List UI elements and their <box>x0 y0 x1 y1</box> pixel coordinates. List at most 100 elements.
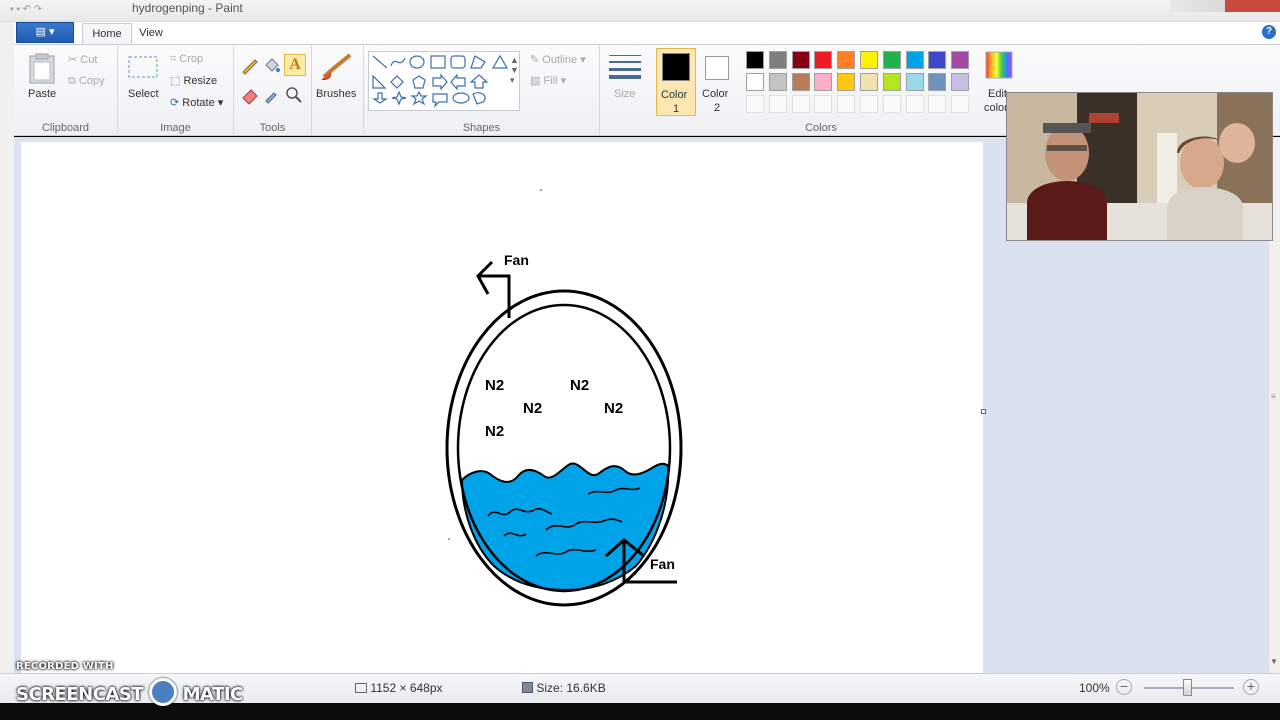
tab-home[interactable]: Home <box>82 23 132 44</box>
pencil-icon[interactable] <box>240 55 260 75</box>
color-swatch[interactable] <box>814 51 833 69</box>
color-swatch[interactable] <box>837 51 856 69</box>
color-swatch[interactable] <box>905 51 924 69</box>
color-swatch[interactable] <box>928 51 947 69</box>
fill-bucket-icon[interactable] <box>262 55 282 75</box>
canvas-speck <box>448 538 450 540</box>
empty-color-slot[interactable] <box>860 95 878 113</box>
color-swatch[interactable] <box>791 51 810 69</box>
select-label[interactable]: Select <box>128 88 159 100</box>
crop-label: Crop <box>179 53 204 65</box>
tab-view[interactable]: View <box>138 23 164 44</box>
empty-color-slot[interactable] <box>882 95 901 113</box>
color-swatch[interactable] <box>814 73 833 91</box>
scroll-grip[interactable]: ≡ <box>1271 392 1276 401</box>
size-label[interactable]: Size <box>614 88 635 100</box>
select-button[interactable] <box>128 55 158 82</box>
window-title: hydrogenping - Paint <box>132 1 243 15</box>
paste-label[interactable]: Paste <box>28 88 56 100</box>
empty-color-slot[interactable] <box>791 95 810 113</box>
color-swatch[interactable] <box>768 51 787 69</box>
shapes-group-label: Shapes <box>462 122 501 134</box>
outline-icon: ✎ <box>530 54 540 66</box>
fan-top-arrow <box>476 260 511 318</box>
zoom-slider-thumb[interactable] <box>1183 679 1192 696</box>
color-swatch[interactable] <box>951 73 970 91</box>
shapes-scroll-icon[interactable]: ▲ ▼ ▾ <box>510 55 519 86</box>
canvas-speck <box>540 189 542 191</box>
n2-label: N2 <box>570 377 590 394</box>
quick-access-toolbar[interactable]: ▪ ▪ ↶ ↷ <box>10 4 110 16</box>
color-swatch[interactable] <box>905 73 924 91</box>
drawing-canvas[interactable]: Fan Fan N2 N2 N2 N2 N2 <box>21 142 983 673</box>
empty-color-slot[interactable] <box>837 95 856 113</box>
dimensions-text: 1152 × 648px <box>370 681 443 695</box>
fill-label: Fill <box>543 75 558 87</box>
color-swatch[interactable] <box>882 51 901 69</box>
resize-button[interactable]: ⬚ Resize <box>170 74 217 87</box>
color-swatch[interactable] <box>928 73 947 91</box>
color-swatch[interactable] <box>860 73 878 91</box>
eraser-icon[interactable] <box>240 85 260 105</box>
text-tool-icon[interactable]: A <box>284 54 306 76</box>
app-menu-button[interactable]: ▤ ▾ <box>16 22 74 43</box>
scroll-up-icon[interactable]: ▲ <box>1270 27 1278 36</box>
outline-label: Outline <box>542 54 578 66</box>
color-swatch[interactable] <box>791 73 810 91</box>
empty-color-slot[interactable] <box>814 95 833 113</box>
image-group-label: Image <box>160 122 191 134</box>
n2-label: N2 <box>485 423 505 440</box>
ribbon-tab-bar: ▤ ▾ Home View ? <box>14 22 1280 44</box>
copy-button[interactable]: ⧉ Copy <box>68 75 105 88</box>
crop-icon: ⌗ <box>170 53 177 65</box>
paste-button[interactable] <box>28 53 56 88</box>
zoom-out-button[interactable]: − <box>1116 679 1132 695</box>
fan-bottom-label: Fan <box>650 556 675 572</box>
color-swatch[interactable] <box>860 51 878 69</box>
shapes-gallery[interactable] <box>368 51 520 111</box>
color-swatch[interactable] <box>746 73 764 91</box>
zoom-in-button[interactable]: + <box>1243 679 1259 695</box>
line-size-icon[interactable] <box>607 52 643 80</box>
color-swatch[interactable] <box>837 73 856 91</box>
watermark-word-b: MATIC <box>182 684 244 705</box>
scissors-icon: ✂ <box>68 54 78 66</box>
empty-color-slot[interactable] <box>746 95 764 113</box>
color2-button[interactable]: Color 2 <box>698 48 738 116</box>
empty-color-slot[interactable] <box>905 95 924 113</box>
copy-label: Copy <box>78 75 105 87</box>
n2-label: N2 <box>485 377 505 394</box>
rotate-button[interactable]: ⟳ Rotate ▾ <box>170 96 223 109</box>
color1-label: Color <box>661 89 688 101</box>
fill-button[interactable]: ▨ Fill ▾ <box>530 74 566 87</box>
magnifier-icon[interactable] <box>284 85 304 105</box>
cut-button[interactable]: ✂ Cut <box>68 53 97 66</box>
tools-group: A Tools <box>234 45 312 136</box>
paste-icon <box>29 53 55 84</box>
window-controls[interactable] <box>1170 0 1280 12</box>
color-picker-icon[interactable] <box>262 85 282 105</box>
color-swatch[interactable] <box>768 73 787 91</box>
shapes-gallery-icons <box>372 54 509 108</box>
edit-colors-button[interactable] <box>984 50 1014 80</box>
dimensions-icon <box>355 683 367 693</box>
color-swatch[interactable] <box>882 73 901 91</box>
rotate-icon: ⟳ <box>170 97 180 109</box>
empty-color-slot[interactable] <box>928 95 947 113</box>
crop-button[interactable]: ⌗ Crop <box>170 53 203 66</box>
canvas-resize-handle[interactable] <box>981 409 986 414</box>
watermark-word-a: SCREENCAST <box>16 684 144 705</box>
brushes-label[interactable]: Brushes <box>316 88 356 100</box>
outline-button[interactable]: ✎ Outline ▾ <box>530 53 586 66</box>
empty-color-slot[interactable] <box>951 95 970 113</box>
rotate-label: Rotate <box>182 97 215 109</box>
color-swatch[interactable] <box>951 51 970 69</box>
scroll-down-icon[interactable]: ▼ <box>1270 657 1278 666</box>
edit-colors-label-a[interactable]: Edit <box>988 88 1007 100</box>
color1-button[interactable]: Color 1 <box>656 48 696 116</box>
empty-color-slot[interactable] <box>768 95 787 113</box>
image-group: Select ⌗ Crop ⬚ Resize ⟳ Rotate ▾ Image <box>118 45 234 136</box>
brush-icon[interactable] <box>320 51 354 83</box>
cut-label: Cut <box>80 54 98 66</box>
color-swatch[interactable] <box>746 51 764 69</box>
